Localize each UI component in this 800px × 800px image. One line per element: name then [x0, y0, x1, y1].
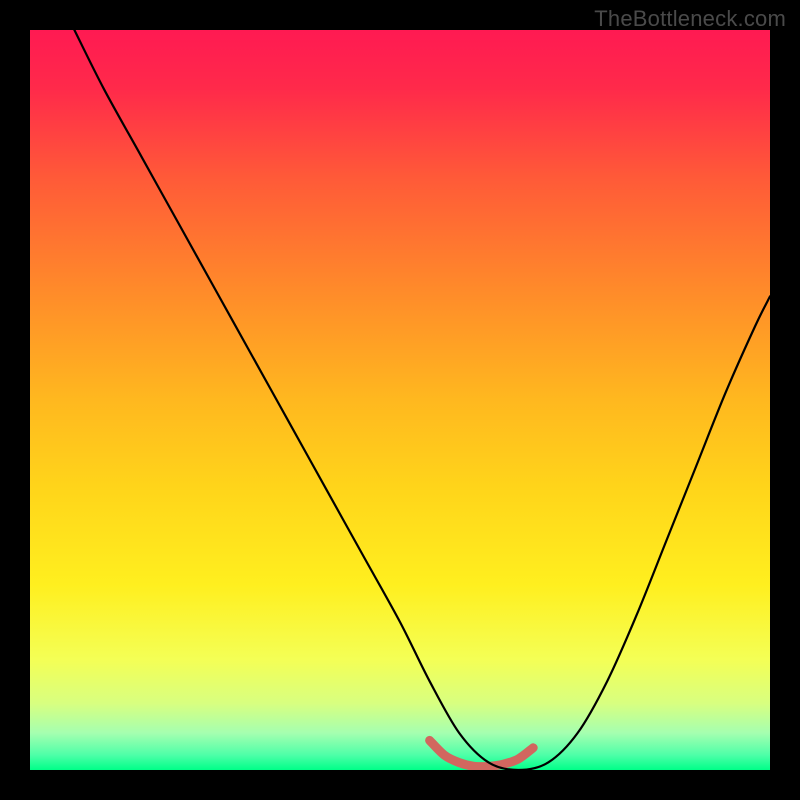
bottleneck-plot: [30, 30, 770, 770]
gradient-background: [30, 30, 770, 770]
chart-frame: TheBottleneck.com: [0, 0, 800, 800]
watermark-text: TheBottleneck.com: [594, 6, 786, 32]
